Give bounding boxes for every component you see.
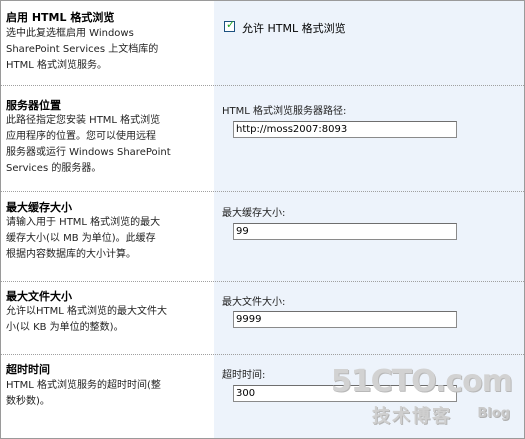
timeout-label: 超时时间: xyxy=(222,370,266,381)
max-file-size-input[interactable]: 9999 xyxy=(233,311,457,328)
allow-html-viewing-checkbox[interactable]: ✓ xyxy=(224,18,236,32)
section-title-enable-html-viewing: 启用 HTML 格式浏览 xyxy=(6,11,115,24)
section-title-server-location: 服务器位置 xyxy=(6,99,61,112)
section-desc-server-location: 此路径指定您安装 HTML 格式浏览 应用程序的位置。您可以使用远程 服务器或运… xyxy=(6,115,171,174)
section-divider xyxy=(1,281,524,282)
section-desc-max-cache-size: 请输入用于 HTML 格式浏览的最大 缓存大小(以 MB 为单位)。此缓存 根据… xyxy=(6,217,161,260)
max-cache-size-label: 最大缓存大小: xyxy=(222,208,286,219)
section-desc-enable-html-viewing: 选中此复选框启用 Windows SharePoint Services 上文档… xyxy=(6,28,159,71)
server-path-label: HTML 格式浏览服务器路径: xyxy=(222,106,347,117)
max-file-size-label: 最大文件大小: xyxy=(222,297,286,308)
section-title-timeout: 超时时间 xyxy=(6,363,50,376)
section-title-max-cache-size: 最大缓存大小 xyxy=(6,201,72,214)
section-title-max-file-size: 最大文件大小 xyxy=(6,290,72,303)
checkmark-icon: ✓ xyxy=(226,18,236,31)
watermark-cn-text: 技术博客 xyxy=(372,406,452,427)
watermark-blog-text: Blog xyxy=(477,406,510,421)
watermark-domain: 51CTO.com xyxy=(330,364,513,399)
server-path-input[interactable]: http://moss2007:8093 xyxy=(233,121,457,138)
section-divider xyxy=(1,354,524,355)
allow-html-viewing-label[interactable]: 允许 HTML 格式浏览 xyxy=(242,20,346,36)
watermark-logo: 51CTO.com 技术博客 Blog xyxy=(331,364,516,432)
max-cache-size-input[interactable]: 99 xyxy=(233,223,457,240)
section-desc-max-file-size: 允许以HTML 格式浏览的最大文件大 小(以 KB 为单位的整数)。 xyxy=(6,306,168,333)
section-divider xyxy=(1,191,524,192)
section-divider xyxy=(1,85,524,86)
section-desc-timeout: HTML 格式浏览服务的超时时间(整 数秒数)。 xyxy=(6,380,161,407)
settings-form: 启用 HTML 格式浏览 选中此复选框启用 Windows SharePoint… xyxy=(0,0,525,439)
